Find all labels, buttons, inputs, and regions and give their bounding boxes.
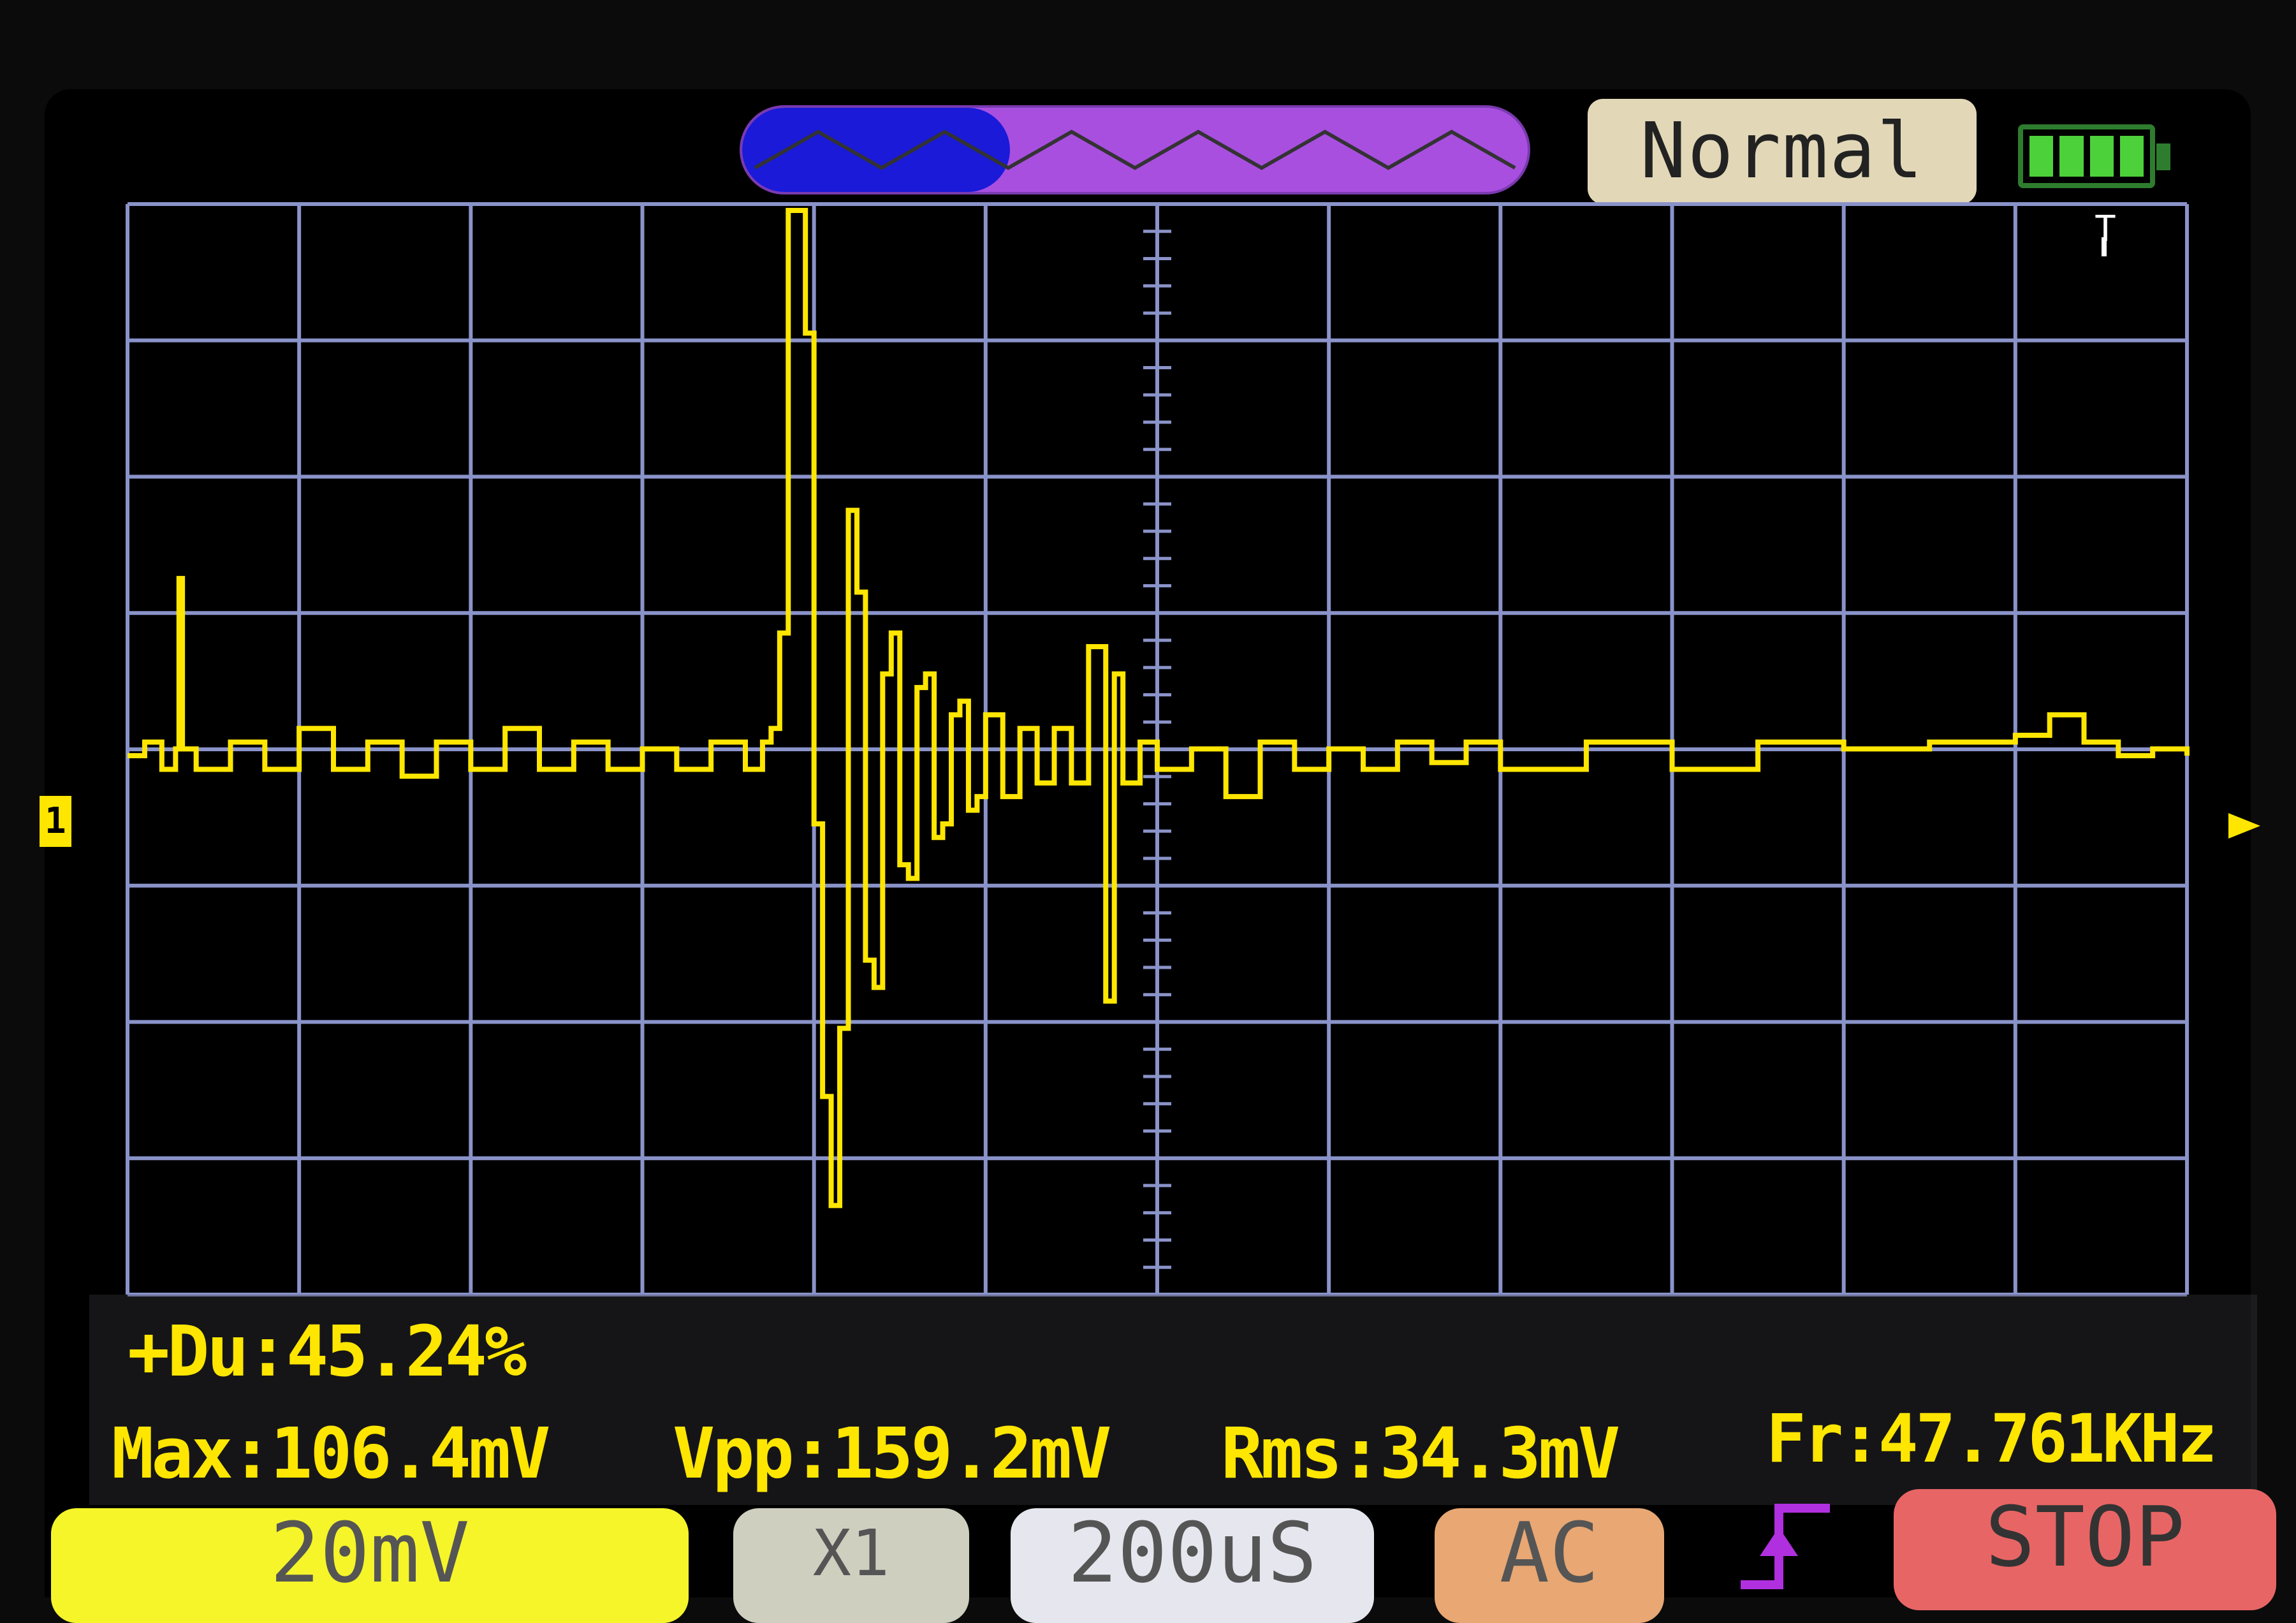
measure-frequency: Fr:47.761KHz [1766, 1400, 2217, 1478]
rising-edge-icon[interactable] [1734, 1495, 1836, 1597]
channel-1-marker[interactable]: 1 [40, 796, 103, 847]
coupling-button[interactable]: AC [1435, 1508, 1664, 1623]
measure-rms: Rms:34.3mV [1221, 1413, 1620, 1494]
measure-max: Max:106.4mV [112, 1413, 550, 1494]
trigger-position-icon[interactable]: T [2091, 210, 2119, 256]
time-per-div-label: 200uS [1067, 1508, 1317, 1601]
probe-attenuation-button[interactable]: X1 [733, 1508, 969, 1623]
measure-duty: +Du:45.24% [128, 1311, 527, 1392]
run-stop-button[interactable]: STOP [1894, 1489, 2276, 1610]
trigger-level-arrow [2228, 813, 2260, 839]
run-stop-label: STOP [1985, 1489, 2185, 1585]
coupling-label: AC [1499, 1508, 1600, 1601]
channel-1-marker-label: 1 [40, 796, 71, 847]
volts-per-div-button[interactable]: 20mV [51, 1508, 689, 1623]
time-per-div-button[interactable]: 200uS [1011, 1508, 1374, 1623]
measure-vpp: Vpp:159.2mV [673, 1413, 1111, 1494]
probe-attenuation-label: X1 [812, 1515, 890, 1590]
volts-per-div-label: 20mV [270, 1508, 470, 1601]
